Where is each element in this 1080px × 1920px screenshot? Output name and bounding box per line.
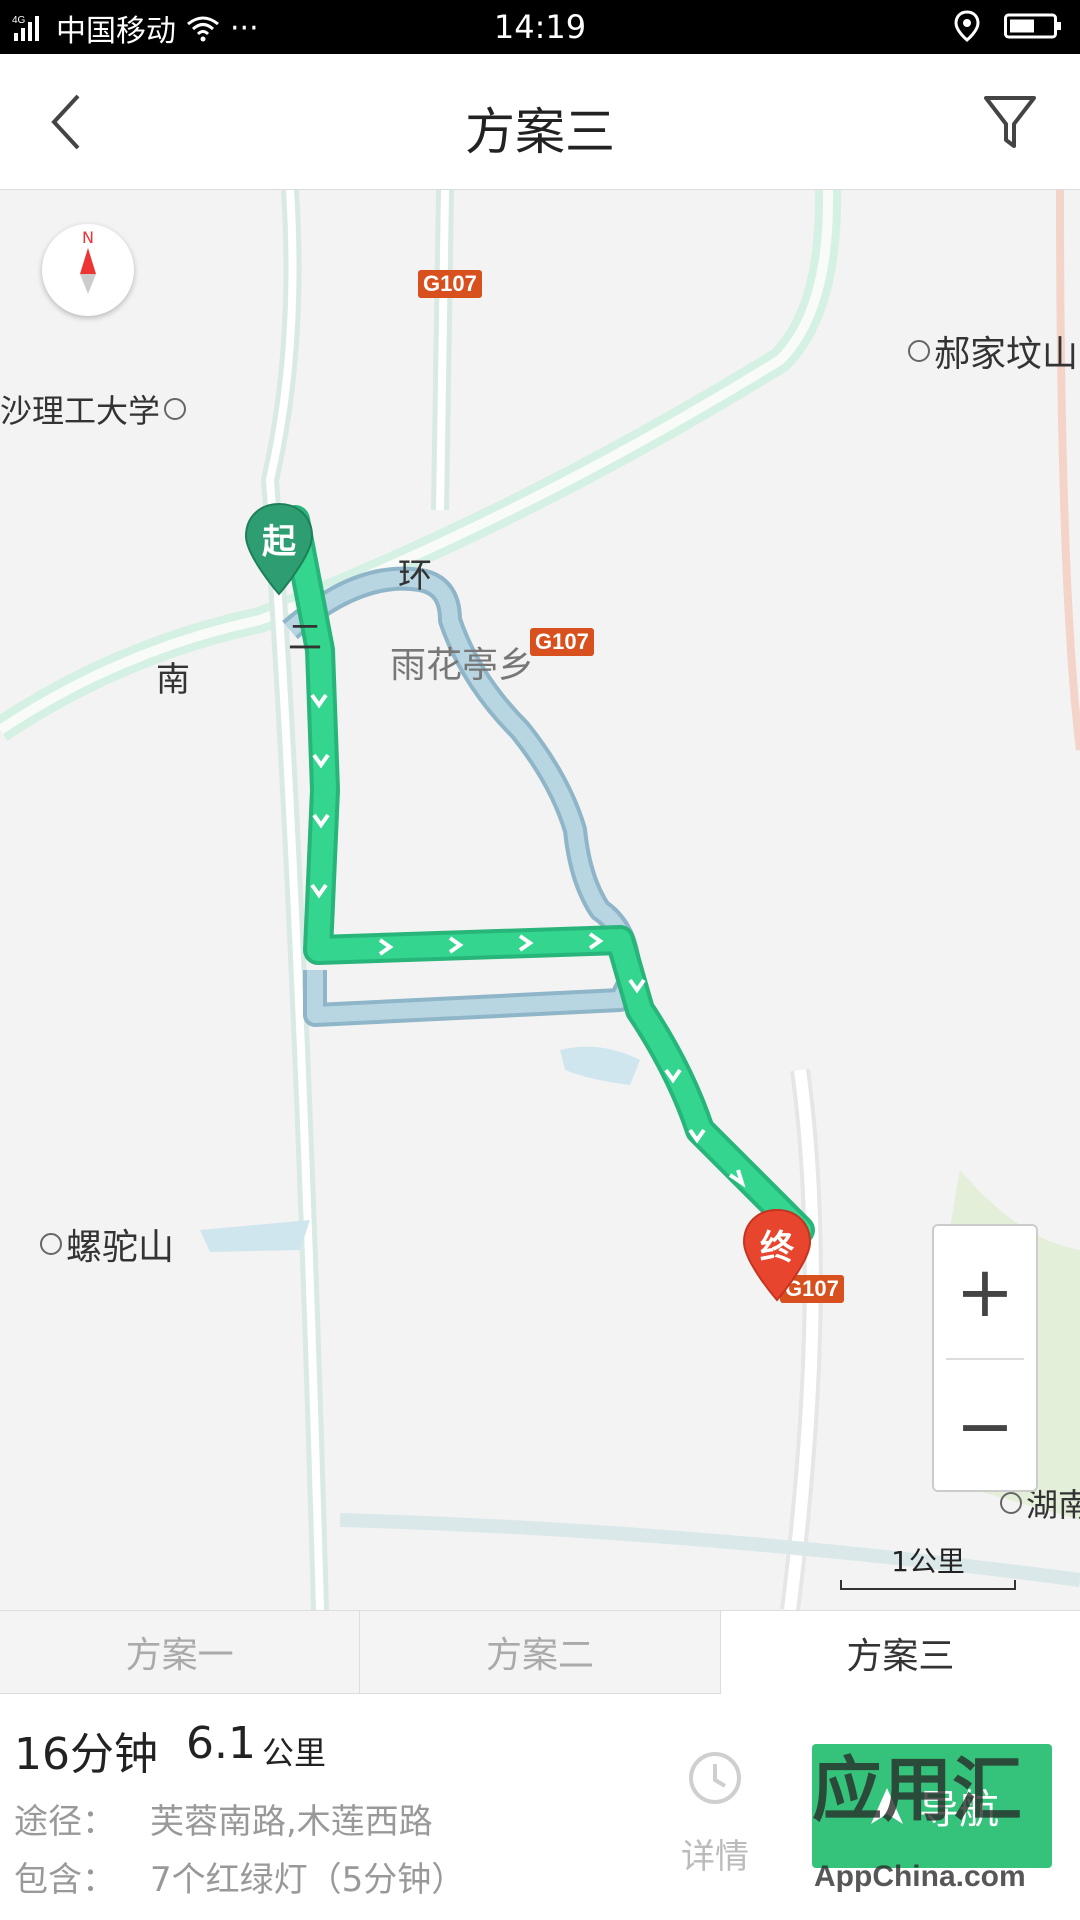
filter-icon[interactable] [980, 92, 1040, 152]
details-button[interactable]: 详情 [640, 1738, 790, 1908]
highway-shield: G107 [418, 270, 482, 298]
route-duration: 16分钟 [14, 1729, 158, 1780]
area-label-yu-hua-ting-xiang: 雨花亭乡 [390, 645, 535, 686]
poi-icon [1000, 1492, 1022, 1514]
tab-plan-1[interactable]: 方案一 [0, 1611, 361, 1694]
scale-bar [840, 1580, 1016, 1590]
watermark-logo: 应用汇 [812, 1749, 1022, 1831]
zoom-out-button[interactable]: − [934, 1360, 1036, 1492]
poi-luo-tuo-shan[interactable]: 螺驼山 [40, 1218, 174, 1270]
start-marker[interactable]: 起 [242, 500, 316, 598]
details-label: 详情 [681, 1837, 749, 1877]
includes-value: 7个红绿灯（5分钟） [150, 1860, 466, 1900]
route-distance-unit: 公里 [262, 1734, 327, 1772]
poi-university[interactable]: 沙理工大学 [0, 386, 187, 432]
page-title: 方案三 [465, 103, 615, 161]
title-bar: 方案三 [0, 54, 1080, 190]
compass-needle-icon [80, 248, 96, 294]
end-marker[interactable]: 终 [740, 1206, 814, 1304]
start-marker-label: 起 [262, 522, 296, 562]
route-summary: 16分钟 6.1 公里 途径： 芙蓉南路,木莲西路 包含： 7个红绿灯（5分钟） 详… [0, 1694, 1080, 1920]
mountain-icon [908, 340, 930, 362]
route-plan-tabs: 方案一 方案二 方案三 [0, 1610, 1080, 1694]
road-label-er: 二 [288, 618, 322, 658]
zoom-controls: + − [932, 1224, 1038, 1492]
includes-label: 包含： [14, 1860, 116, 1900]
route-via: 途径： 芙蓉南路,木莲西路 [14, 1794, 433, 1843]
status-bar: 4G 中国移动 ··· 14:19 [0, 0, 1080, 54]
compass-button[interactable]: N [42, 224, 134, 316]
tab-plan-2[interactable]: 方案二 [360, 1611, 721, 1694]
highway-shield: G107 [530, 628, 594, 656]
road-label-nan: 南 [156, 660, 190, 700]
details-icon [689, 1752, 741, 1804]
location-icon [954, 10, 980, 42]
scale-label: 1公里 [891, 1545, 965, 1578]
via-value: 芙蓉南路,木莲西路 [150, 1802, 433, 1842]
road-label-huan: 环 [398, 556, 432, 596]
watermark-domain: AppChina.com [814, 1860, 1026, 1893]
route-map[interactable]: N 郝家坟山 沙理工大学 环 二 南 雨花亭乡 螺驼山 湖南 G107 G107… [0, 190, 1080, 1610]
end-marker-label: 终 [760, 1228, 794, 1268]
route-distance: 6.1 [186, 1718, 256, 1769]
mountain-icon [40, 1233, 62, 1255]
school-icon [164, 398, 187, 420]
clock: 14:19 [493, 8, 587, 46]
map-scale: 1公里 [840, 1540, 1016, 1590]
battery-icon [1004, 13, 1061, 39]
route-includes: 包含： 7个红绿灯（5分钟） [14, 1852, 465, 1901]
via-label: 途径： [14, 1802, 116, 1842]
zoom-in-button[interactable]: + [934, 1226, 1036, 1358]
poi-hao-jia-fen-shan[interactable]: 郝家坟山 [908, 325, 1078, 377]
tab-plan-3[interactable]: 方案三 [720, 1611, 1080, 1694]
